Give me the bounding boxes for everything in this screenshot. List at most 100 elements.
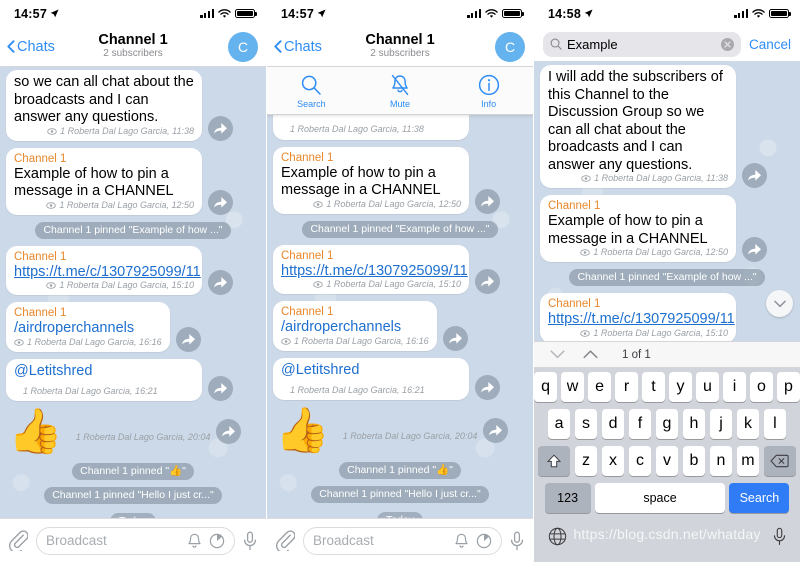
key-y[interactable]: y [669,372,692,402]
forward-button[interactable] [208,189,233,215]
key-n[interactable]: n [709,446,733,476]
message-row[interactable]: Channel 1 Example of how to pin a messag… [0,147,266,222]
bell-icon[interactable] [454,533,469,549]
key-e[interactable]: e [588,372,611,402]
message-bubble[interactable]: @Letitshred 1 Roberta Dal Lago Garcia, 1… [6,358,202,401]
microphone-icon[interactable] [510,531,524,551]
key-i[interactable]: i [723,372,746,402]
message-row[interactable]: @Letitshred 1 Roberta Dal Lago Garcia, 1… [0,358,266,409]
message-row[interactable]: Channel 1 https://t.me/c/1307925099/11 1… [534,293,800,341]
message-bubble[interactable]: Channel 1 Example of how to pin a messag… [273,146,469,214]
message-row[interactable]: @Letitshred 1 Roberta Dal Lago Garcia, 1… [267,357,533,408]
broadcast-input[interactable]: Broadcast [36,526,235,555]
key-b[interactable]: b [682,446,706,476]
forward-button[interactable] [483,418,509,443]
forward-button[interactable] [208,115,233,141]
key-d[interactable]: d [601,409,625,439]
paperclip-icon[interactable] [9,530,28,551]
search-input[interactable]: Example [543,31,741,57]
scroll-to-bottom-button[interactable] [766,290,793,317]
message-row[interactable]: Channel 1 Example of how to pin a messag… [267,146,533,221]
key-h[interactable]: h [682,409,706,439]
message-bubble[interactable]: Channel 1 https://t.me/c/1307925099/11 1… [540,293,736,341]
backspace-key[interactable] [763,446,796,476]
timer-icon[interactable] [476,533,492,549]
forward-button[interactable] [175,326,201,352]
broadcast-input[interactable]: Broadcast [303,526,502,555]
message-bubble[interactable]: Channel 1 Example of how to pin a messag… [540,195,736,262]
back-to-chats-button[interactable]: Chats [7,39,55,55]
forward-button[interactable] [208,376,233,401]
forward-button[interactable] [208,270,233,295]
message-mention[interactable]: @Letitshred [281,362,359,378]
key-o[interactable]: o [750,372,773,402]
paperclip-icon[interactable] [276,530,295,551]
numbers-key[interactable]: 123 [544,483,591,513]
message-row[interactable]: 👍 1 Roberta Dal Lago Garcia, 20:04 [267,407,533,462]
message-bubble[interactable]: @Letitshred 1 Roberta Dal Lago Garcia, 1… [273,357,469,400]
key-v[interactable]: v [655,446,679,476]
avatar[interactable]: C [495,31,525,62]
key-g[interactable]: g [655,409,679,439]
message-link[interactable]: https://t.me/c/1307925099/11 [548,311,735,329]
forward-button[interactable] [475,375,500,400]
message-row[interactable]: Channel 1 https://t.me/c/1307925099/11 1… [267,244,533,302]
action-mute[interactable]: Mute [356,67,445,114]
message-row[interactable]: Channel 1 /airdroperchannels 1 Roberta D… [0,302,266,359]
message-bubble[interactable]: Channel 1 /airdroperchannels 1 Roberta D… [6,302,170,352]
microphone-icon[interactable] [243,531,257,551]
clear-circle-icon[interactable] [720,37,734,51]
message-mention[interactable]: @Letitshred [14,363,92,379]
message-bubble[interactable]: so we can all chat about the broadcasts … [6,70,202,141]
forward-button[interactable] [442,325,468,351]
message-row[interactable]: I will add the subscribers of this Chann… [534,65,800,195]
back-to-chats-button[interactable]: Chats [274,39,322,55]
key-r[interactable]: r [615,372,638,402]
shift-key[interactable] [538,446,571,476]
message-input-bar[interactable]: Broadcast [267,518,533,562]
message-command[interactable]: /airdroperchannels [14,320,162,338]
dictation-microphone-icon[interactable] [773,527,786,546]
cancel-search-button[interactable]: Cancel [749,37,791,52]
key-k[interactable]: k [736,409,760,439]
key-a[interactable]: a [547,409,571,439]
key-q[interactable]: q [534,372,557,402]
key-w[interactable]: w [561,372,584,402]
key-c[interactable]: c [628,446,652,476]
chat-area[interactable]: I will add the subscribers of this Chann… [534,61,800,341]
message-bubble[interactable]: I will add the subscribers of this Chann… [540,65,736,188]
key-l[interactable]: l [763,409,787,439]
message-bubble[interactable]: Channel 1 Example of how to pin a messag… [6,147,202,215]
key-f[interactable]: f [628,409,652,439]
search-key[interactable]: Search [729,483,790,513]
chat-area[interactable]: so we can all chat about the broadcasts … [0,66,266,562]
bell-icon[interactable] [187,533,202,549]
message-bubble[interactable]: Channel 1 https://t.me/c/1307925099/11 1… [273,244,469,294]
key-m[interactable]: m [736,446,760,476]
message-row[interactable]: Channel 1 Example of how to pin a messag… [534,195,800,269]
key-s[interactable]: s [574,409,598,439]
chevron-up-icon[interactable] [583,350,598,359]
channel-title-block[interactable]: Channel 1 2 subscribers [98,32,167,60]
globe-icon[interactable] [548,527,567,546]
message-row[interactable]: Channel 1 https://t.me/c/1307925099/11 1… [0,245,266,303]
message-bubble[interactable]: Channel 1 https://t.me/c/1307925099/11 1… [6,245,202,295]
key-p[interactable]: p [777,372,800,402]
emoji-message[interactable]: 👍 [8,408,63,456]
space-key[interactable]: space [595,483,725,513]
chat-area[interactable]: questions. 1 Roberta Dal Lago Garcia, 11… [267,66,533,562]
key-u[interactable]: u [696,372,719,402]
timer-icon[interactable] [209,533,225,549]
forward-button[interactable] [742,163,767,188]
key-t[interactable]: t [642,372,665,402]
key-x[interactable]: x [601,446,625,476]
channel-title-block[interactable]: Channel 1 2 subscribers [365,32,434,60]
message-row[interactable]: 👍 1 Roberta Dal Lago Garcia, 20:04 [0,408,266,463]
message-bubble[interactable]: Channel 1 /airdroperchannels 1 Roberta D… [273,301,437,351]
forward-button[interactable] [475,188,500,214]
chevron-down-icon[interactable] [550,350,565,359]
action-search[interactable]: Search [267,67,356,114]
forward-button[interactable] [216,419,242,444]
message-command[interactable]: /airdroperchannels [281,319,429,337]
message-link[interactable]: https://t.me/c/1307925099/11 [14,264,201,282]
